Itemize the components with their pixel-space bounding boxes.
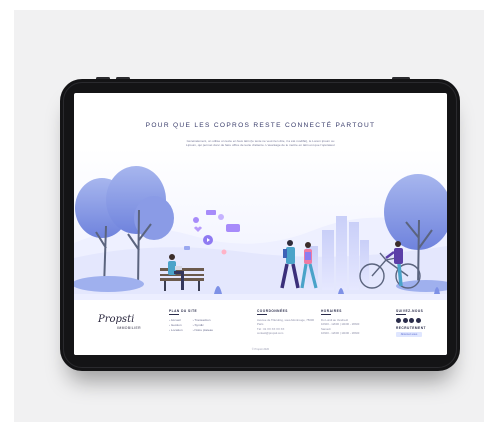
subscribe-button[interactable]: Abonnez-vous	[396, 332, 422, 337]
brand-subtitle: IMMOBILIER	[117, 326, 141, 330]
recruitment-heading: RECRUTEMENT	[396, 326, 426, 330]
contact-heading: COORDONNÉES	[257, 309, 288, 313]
follow-heading: SUIVEZ-NOUS	[396, 309, 424, 313]
tablet-screen: POUR QUE LES COPROS RESTE CONNECTÉ PARTO…	[74, 93, 447, 355]
contact-address: Avenue de Tilleruling, sous-Montrouge, 7…	[257, 318, 315, 327]
footer-contact: COORDONNÉES Avenue de Tilleruling, sous-…	[257, 309, 315, 336]
linkedin-icon[interactable]	[415, 318, 421, 323]
sitemap-heading: PLAN DU SITE	[169, 309, 198, 313]
hours-heading: HORAIRES	[321, 309, 342, 313]
hero-title: POUR QUE LES COPROS RESTE CONNECTÉ PARTO…	[145, 122, 376, 129]
hero-illustration	[74, 148, 447, 300]
twitter-icon[interactable]	[409, 318, 414, 323]
hours-line: 10h00 - 12h00 | 14h00 - 18h00	[321, 331, 360, 336]
footer-link[interactable]: › Location	[169, 328, 183, 333]
facebook-icon[interactable]	[396, 318, 401, 323]
instagram-icon[interactable]	[402, 318, 408, 323]
footer-hours: HORAIRES Du Lundi au Vendredi 10h00 - 12…	[321, 309, 359, 336]
site-footer: Propsti IMMOBILIER PLAN DU SITE › Accuei…	[74, 300, 447, 355]
copyright: © Propsti 2020	[251, 348, 270, 351]
footer-sitemap: PLAN DU SITE › Accueil › Gestion › Locat…	[169, 309, 213, 334]
contact-email[interactable]: contact@propsti.com	[257, 331, 315, 335]
footer-follow: SUIVEZ-NOUS RECRUTEMENT Abonnez-vous	[396, 309, 426, 337]
footer-link[interactable]: › Notre plateau	[193, 328, 213, 333]
brand-logo[interactable]: Propsti	[98, 314, 134, 325]
